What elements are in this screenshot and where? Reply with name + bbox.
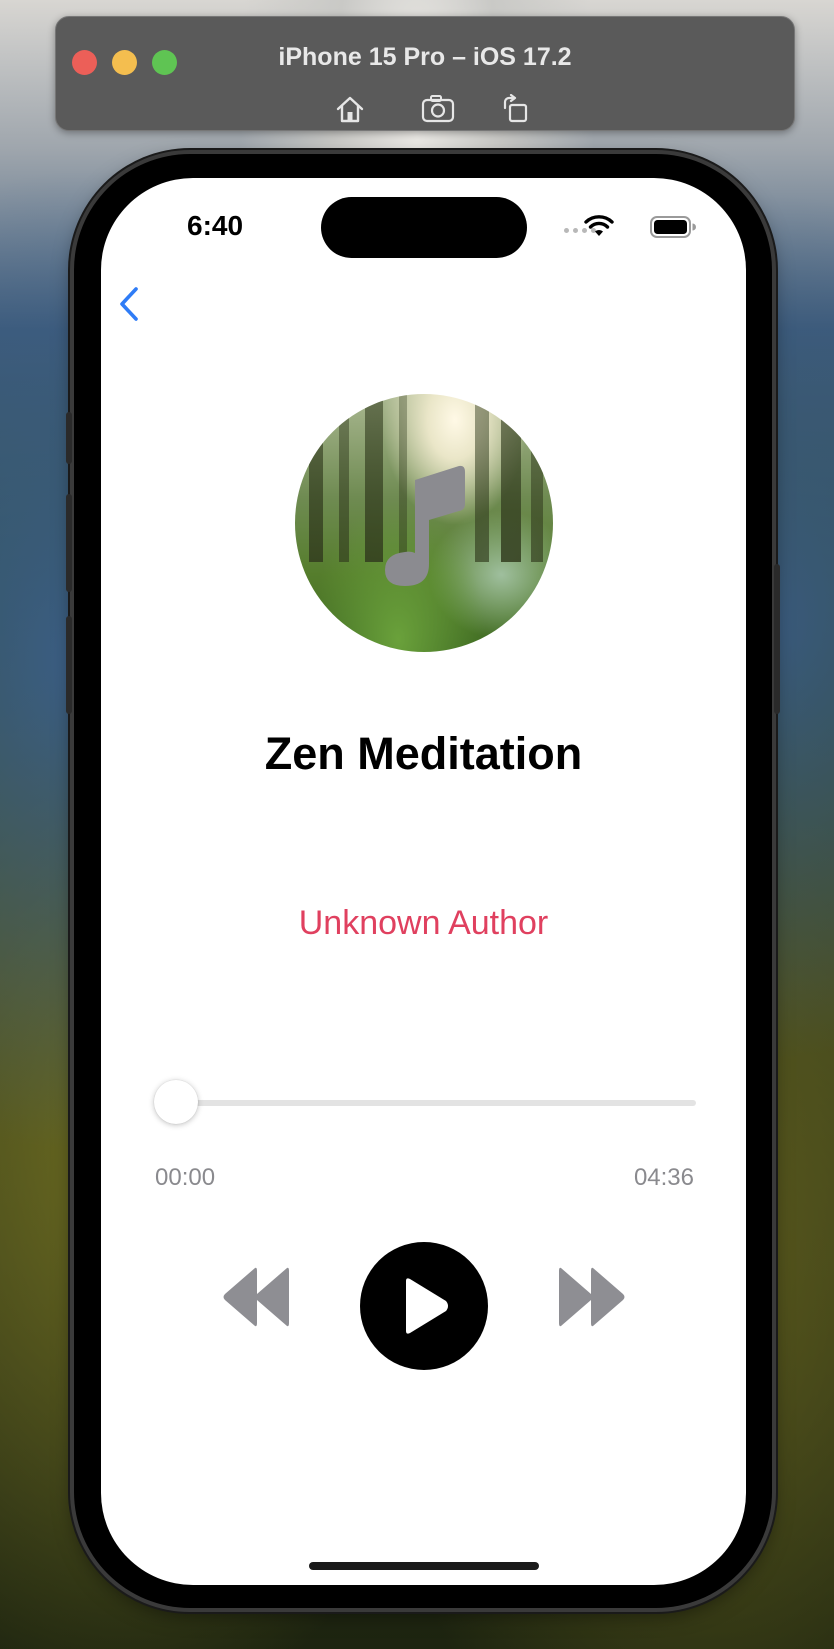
iphone-frame: 6:40 Zen Meditation Unknown Author 00:00… xyxy=(66,154,780,1608)
chevron-left-icon xyxy=(120,287,138,321)
action-button xyxy=(66,412,72,464)
dynamic-island xyxy=(321,197,527,258)
home-icon xyxy=(336,96,364,123)
rewind-button[interactable] xyxy=(221,1262,291,1332)
track-author: Unknown Author xyxy=(298,904,549,942)
status-time: 6:40 xyxy=(187,210,244,241)
progress-slider-thumb[interactable] xyxy=(154,1080,198,1124)
back-button[interactable] xyxy=(113,284,145,324)
fast-forward-button[interactable] xyxy=(557,1262,627,1332)
play-button[interactable] xyxy=(360,1242,488,1370)
volume-down-button xyxy=(66,616,72,714)
rotate-icon xyxy=(503,94,528,123)
simulator-title-bar: iPhone 15 Pro – iOS 17.2 xyxy=(55,16,795,131)
home-button[interactable] xyxy=(333,93,367,125)
play-icon xyxy=(406,1278,448,1334)
screenshot-button[interactable] xyxy=(421,93,455,125)
progress-slider-track[interactable] xyxy=(156,1100,696,1106)
album-artwork xyxy=(295,394,553,652)
fast-forward-icon xyxy=(559,1267,625,1327)
track-title: Zen Meditation xyxy=(264,728,583,779)
side-button xyxy=(774,564,780,714)
home-indicator xyxy=(309,1562,539,1570)
wifi-icon xyxy=(584,215,614,236)
rotate-button[interactable] xyxy=(499,93,533,125)
window-title: iPhone 15 Pro – iOS 17.2 xyxy=(278,43,572,71)
total-duration: 04:36 xyxy=(633,1164,694,1191)
elapsed-time: 00:00 xyxy=(155,1164,216,1191)
battery-icon xyxy=(650,216,696,238)
screenshot-icon xyxy=(421,95,455,123)
phone-screen: 6:40 Zen Meditation Unknown Author 00:00… xyxy=(101,178,746,1585)
rewind-icon xyxy=(223,1267,289,1327)
volume-up-button xyxy=(66,494,72,592)
music-note-icon xyxy=(385,465,465,586)
